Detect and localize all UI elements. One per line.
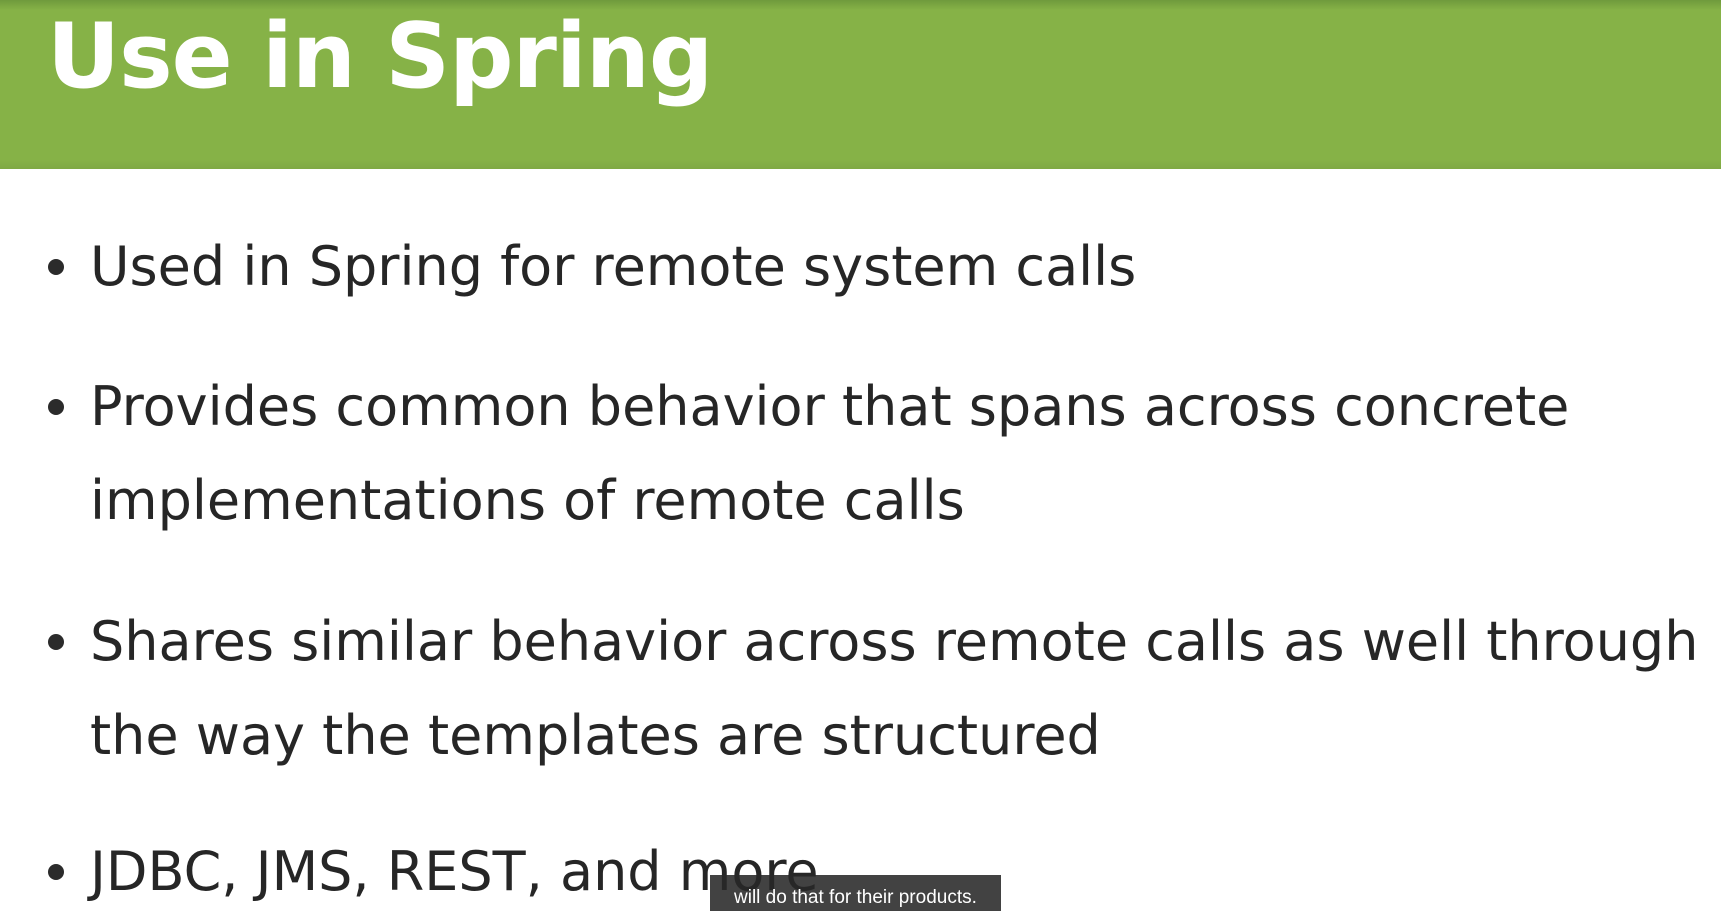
bullet-text: Provides common behavior that spans acro… <box>90 360 1670 548</box>
bullet-line: Used in Spring for remote system calls <box>90 235 1137 298</box>
bullet-line: implementations of remote calls <box>90 469 965 532</box>
bullet-dot-icon <box>48 634 64 650</box>
bullet-dot-icon <box>48 259 64 275</box>
bullet-dot-icon <box>48 864 64 880</box>
bullet-dot-icon <box>48 399 64 415</box>
bullet-text: Shares similar behavior across remote ca… <box>90 595 1699 783</box>
bullet-text: Used in Spring for remote system calls <box>90 220 1670 314</box>
bullet-line: the way the templates are structured <box>90 704 1101 767</box>
bullet-line: Shares similar behavior across remote ca… <box>90 610 1699 673</box>
bullet-line: Provides common behavior that spans acro… <box>90 375 1570 438</box>
video-caption: will do that for their products. <box>710 875 1001 911</box>
bullet-list: Used in Spring for remote system calls P… <box>0 0 1721 911</box>
